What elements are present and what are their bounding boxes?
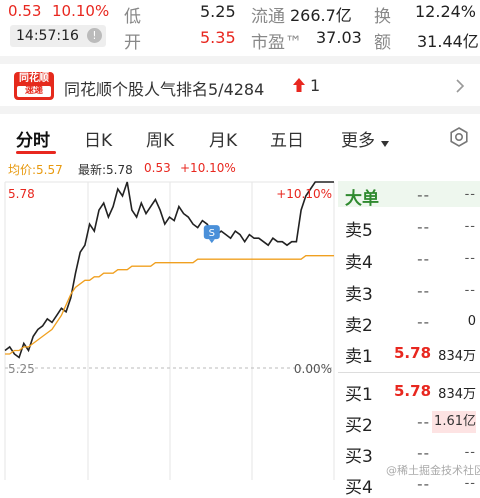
separator	[0, 106, 480, 114]
float-value: 266.7亿	[290, 6, 352, 25]
float-label: 流通	[251, 7, 285, 27]
amount-label: 额	[374, 33, 391, 53]
tab-monthly-k[interactable]: 月K	[209, 126, 237, 151]
orderbook-header-dash2: --	[464, 187, 476, 202]
ask-label: 卖2	[345, 316, 373, 336]
quote-row-2: 开 5.35 市盈™ 37.03 额 31.44亿	[0, 28, 480, 53]
y-label-right-low: 0.00%	[294, 362, 332, 376]
tab-weekly-k[interactable]: 周K	[146, 126, 174, 151]
info-change: 0.53	[144, 161, 171, 175]
tab-intraday[interactable]: 分时	[16, 126, 50, 151]
quote-row-1: 0.53 10.10% 低 5.25 流通 266.7亿 换 12.24%	[0, 2, 480, 27]
bid-label: 买3	[345, 447, 373, 467]
ask-price: 5.78	[394, 344, 432, 362]
y-label-high: 5.78	[8, 187, 35, 201]
ask-price: --	[417, 250, 430, 268]
separator	[0, 56, 480, 64]
ask-volume: --	[464, 251, 476, 266]
orderbook-header-dash1: --	[417, 186, 430, 204]
bid-volume: --	[464, 445, 476, 460]
ask-price: --	[417, 282, 430, 300]
logo-top-text: 同花顺	[19, 73, 49, 84]
bid-volume: 1.61亿	[432, 411, 476, 433]
banner-text: 同花顺个股人气排名5/4284	[64, 80, 265, 99]
sell-signal-icon[interactable]: S	[203, 225, 220, 244]
tab-daily-k[interactable]: 日K	[84, 126, 112, 151]
y-label-right-high: +10.10%	[276, 187, 332, 201]
chart-grid	[4, 181, 335, 480]
ask-price: --	[417, 218, 430, 236]
ask-label: 卖1	[345, 347, 373, 367]
open-label: 开	[124, 33, 141, 53]
bid-volume: 834万	[438, 387, 476, 402]
low-label: 低	[124, 7, 141, 27]
turnover-value: 12.24%	[415, 2, 477, 21]
ask-price: --	[417, 313, 430, 331]
orderbook-header[interactable]: 大单	[345, 184, 379, 209]
bid-price: --	[417, 444, 430, 462]
svg-text:S: S	[209, 228, 215, 239]
chevron-right-icon[interactable]	[453, 78, 467, 93]
ask-label: 卖4	[345, 253, 373, 273]
ask-label: 卖3	[345, 285, 373, 305]
y-label-low: 5.25	[8, 362, 35, 376]
ths-logo: 同花顺 速递	[14, 72, 54, 100]
pe-value: 37.03	[316, 28, 362, 47]
pe-label: 市盈™	[251, 33, 302, 53]
rank-change: 1	[310, 76, 321, 95]
active-tab-indicator	[16, 151, 56, 154]
ask-volume: 0	[467, 314, 476, 329]
ask-volume: --	[464, 283, 476, 298]
tab-five-day[interactable]: 五日	[270, 126, 304, 151]
bid-price: --	[417, 413, 430, 431]
watermark: @稀土掘金技术社区	[386, 464, 480, 477]
settings-icon[interactable]	[448, 126, 470, 148]
open-value: 5.35	[200, 28, 236, 47]
logo-bottom-text: 速递	[17, 86, 51, 97]
low-value: 5.25	[200, 2, 236, 21]
amount-value: 31.44亿	[417, 32, 479, 51]
bid-label: 买1	[345, 385, 373, 405]
bid-price: 5.78	[394, 382, 432, 400]
change-pct-value: 10.10%	[52, 2, 110, 20]
turnover-label: 换	[374, 7, 391, 27]
bid-label: 买4	[345, 478, 373, 498]
change-value: 0.53	[8, 2, 42, 20]
orderbook-divider	[338, 372, 480, 373]
bid-label: 买2	[345, 416, 373, 436]
ask-label: 卖5	[345, 221, 373, 241]
bid-volume: --	[464, 476, 476, 491]
ask-volume: 834万	[438, 349, 476, 364]
tab-more[interactable]: 更多	[341, 126, 375, 151]
triangle-down-icon	[380, 133, 390, 147]
ask-volume: --	[464, 219, 476, 234]
intraday-chart[interactable]: S 5.78 5.25 +10.10% 0.00%	[0, 176, 340, 480]
arrow-up-icon	[292, 77, 306, 93]
info-change-pct: +10.10%	[180, 161, 236, 175]
